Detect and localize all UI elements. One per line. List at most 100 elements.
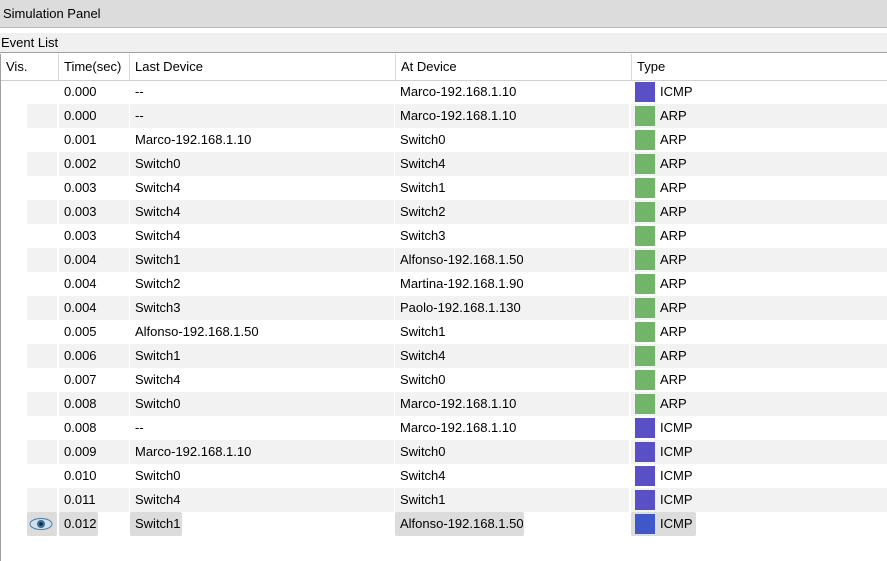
vis-cell[interactable]	[27, 224, 57, 248]
time-cell: 0.004	[64, 276, 97, 291]
type-label: ICMP	[660, 444, 693, 459]
type-cell: ARP	[631, 368, 887, 392]
event-row[interactable]: 0.005 Alfonso-192.168.1.50 Switch1 ARP	[1, 320, 887, 344]
type-cell: ICMP	[631, 80, 887, 104]
time-cell: 0.007	[64, 372, 97, 387]
event-row[interactable]: 0.012 Switch1 Alfonso-192.168.1.50 ICMP	[1, 512, 887, 536]
event-row[interactable]: 0.002 Switch0 Switch4 ARP	[1, 152, 887, 176]
last-device-cell: Switch0	[130, 152, 394, 176]
vis-cell[interactable]	[27, 464, 57, 488]
vis-cell[interactable]	[27, 296, 57, 320]
vis-cell[interactable]	[27, 104, 57, 128]
event-row[interactable]: 0.004 Switch2 Martina-192.168.1.90 ARP	[1, 272, 887, 296]
type-label: ARP	[660, 156, 687, 171]
column-header-time[interactable]: Time(sec)	[58, 54, 129, 80]
time-cell: 0.001	[64, 132, 97, 147]
event-row[interactable]: 0.007 Switch4 Switch0 ARP	[1, 368, 887, 392]
event-row[interactable]: 0.011 Switch4 Switch1 ICMP	[1, 488, 887, 512]
vis-cell[interactable]	[27, 512, 57, 536]
at-device-cell: Switch0	[400, 372, 446, 387]
time-cell: 0.010	[64, 468, 97, 483]
type-cell: ARP	[631, 128, 887, 152]
last-device-cell: Switch1	[130, 512, 182, 536]
time-cell: 0.011	[59, 488, 129, 512]
vis-cell[interactable]	[27, 368, 57, 392]
vis-cell[interactable]	[27, 272, 57, 296]
type-label: ARP	[660, 300, 687, 315]
type-color-swatch	[635, 442, 655, 462]
event-list-title: Event List	[0, 33, 887, 53]
event-row[interactable]: 0.004 Switch1 Alfonso-192.168.1.50 ARP	[1, 248, 887, 272]
table-header: Vis. Time(sec) Last Device At Device Typ…	[1, 54, 887, 81]
type-label: ARP	[660, 132, 687, 147]
time-cell: 0.000	[64, 84, 97, 99]
event-row[interactable]: 0.006 Switch1 Switch4 ARP	[1, 344, 887, 368]
time-cell: 0.002	[59, 152, 129, 176]
event-row[interactable]: 0.008 Switch0 Marco-192.168.1.10 ARP	[1, 392, 887, 416]
last-device-cell: Switch2	[135, 276, 181, 291]
at-device-cell: Switch4	[395, 152, 629, 176]
type-label: ARP	[660, 324, 687, 339]
last-device-cell: Switch1	[130, 344, 394, 368]
last-device-cell: --	[130, 104, 394, 128]
event-row[interactable]: 0.008 -- Marco-192.168.1.10 ICMP	[1, 416, 887, 440]
time-cell: 0.012	[59, 512, 98, 536]
vis-cell[interactable]	[27, 128, 57, 152]
type-cell: ARP	[631, 320, 887, 344]
last-device-cell: Switch0	[130, 392, 394, 416]
time-cell: 0.006	[59, 344, 129, 368]
type-label: ICMP	[660, 468, 693, 483]
type-color-swatch	[635, 490, 655, 510]
at-device-cell: Marco-192.168.1.10	[395, 392, 629, 416]
column-header-type[interactable]: Type	[631, 54, 887, 80]
time-cell: 0.003	[64, 180, 97, 195]
vis-cell[interactable]	[27, 440, 57, 464]
column-header-last-device[interactable]: Last Device	[129, 54, 395, 80]
type-color-swatch	[635, 274, 655, 294]
type-color-swatch	[635, 346, 655, 366]
event-row[interactable]: 0.004 Switch3 Paolo-192.168.1.130 ARP	[1, 296, 887, 320]
type-label: ARP	[660, 180, 687, 195]
last-device-cell: Switch0	[135, 468, 181, 483]
simulation-panel-title: Simulation Panel	[0, 0, 887, 28]
event-row[interactable]: 0.000 -- Marco-192.168.1.10 ICMP	[1, 80, 887, 104]
at-device-cell: Paolo-192.168.1.130	[395, 296, 629, 320]
column-header-vis[interactable]: Vis.	[1, 54, 58, 80]
vis-cell[interactable]	[27, 248, 57, 272]
type-cell: ICMP	[631, 464, 887, 488]
event-row[interactable]: 0.003 Switch4 Switch1 ARP	[1, 176, 887, 200]
type-color-swatch	[635, 298, 655, 318]
type-label: ARP	[660, 252, 687, 267]
type-label: ARP	[660, 372, 687, 387]
vis-cell[interactable]	[27, 344, 57, 368]
vis-cell[interactable]	[27, 152, 57, 176]
time-cell: 0.003	[59, 200, 129, 224]
event-row[interactable]: 0.000 -- Marco-192.168.1.10 ARP	[1, 104, 887, 128]
at-device-cell: Switch2	[395, 200, 629, 224]
at-device-cell: Switch0	[400, 132, 446, 147]
event-row[interactable]: 0.003 Switch4 Switch2 ARP	[1, 200, 887, 224]
at-device-cell: Alfonso-192.168.1.50	[395, 248, 629, 272]
vis-cell[interactable]	[27, 80, 57, 104]
vis-cell[interactable]	[27, 392, 57, 416]
event-row[interactable]: 0.001 Marco-192.168.1.10 Switch0 ARP	[1, 128, 887, 152]
type-color-swatch	[635, 106, 655, 126]
column-header-at-device[interactable]: At Device	[395, 54, 631, 80]
event-row[interactable]: 0.010 Switch0 Switch4 ICMP	[1, 464, 887, 488]
last-device-cell: Switch3	[130, 296, 394, 320]
type-label: ARP	[660, 276, 687, 291]
last-device-cell: Marco-192.168.1.10	[135, 132, 252, 147]
type-label: ICMP	[660, 492, 693, 507]
time-cell: 0.009	[59, 440, 129, 464]
last-device-cell: Switch1	[130, 248, 394, 272]
event-row[interactable]: 0.009 Marco-192.168.1.10 Switch0 ICMP	[1, 440, 887, 464]
vis-cell[interactable]	[27, 176, 57, 200]
time-cell: 0.004	[59, 296, 129, 320]
vis-cell[interactable]	[27, 200, 57, 224]
last-device-cell: Switch4	[130, 488, 394, 512]
event-row[interactable]: 0.003 Switch4 Switch3 ARP	[1, 224, 887, 248]
vis-cell[interactable]	[27, 488, 57, 512]
vis-cell[interactable]	[27, 416, 57, 440]
vis-cell[interactable]	[27, 320, 57, 344]
at-device-cell: Martina-192.168.1.90	[400, 276, 524, 291]
